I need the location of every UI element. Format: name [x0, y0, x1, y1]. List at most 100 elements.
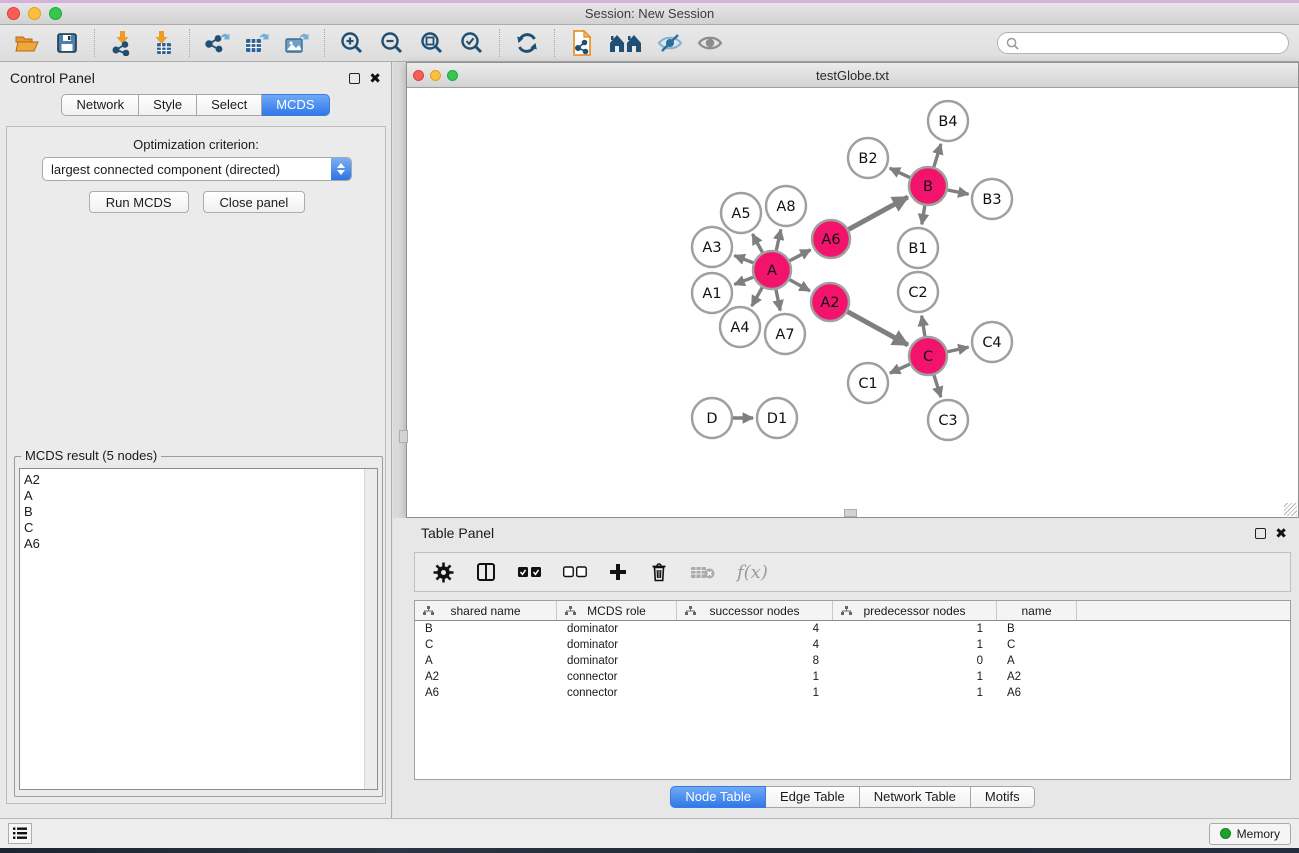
graph-edge-A-A2[interactable]: [790, 280, 810, 291]
graph-node-A4[interactable]: A4: [720, 307, 760, 347]
mcds-result-item[interactable]: A6: [24, 536, 364, 552]
float-table-panel-icon[interactable]: [1255, 528, 1266, 539]
graph-node-C4[interactable]: C4: [972, 322, 1012, 362]
graph-node-A3[interactable]: A3: [692, 227, 732, 267]
new-network-from-selection-button[interactable]: [567, 29, 597, 57]
tab-network-table[interactable]: Network Table: [860, 786, 971, 808]
graph-edge-C-C2[interactable]: [922, 316, 925, 337]
select-all-button[interactable]: [518, 566, 542, 578]
graph-node-A1[interactable]: A1: [692, 273, 732, 313]
tab-style[interactable]: Style: [139, 94, 197, 116]
memory-button[interactable]: Memory: [1209, 823, 1291, 845]
table-cell-shared-name[interactable]: A: [415, 655, 557, 667]
graph-node-A6[interactable]: A6: [812, 220, 850, 258]
close-panel-icon[interactable]: ✖: [369, 73, 381, 84]
network-window-titlebar[interactable]: testGlobe.txt: [407, 63, 1298, 88]
table-cell-mcds-role[interactable]: connector: [557, 671, 677, 683]
graph-edge-A-A8[interactable]: [776, 229, 781, 250]
apply-layout-button[interactable]: [512, 29, 542, 57]
table-cell-name[interactable]: A6: [997, 687, 1077, 699]
export-network-button[interactable]: [202, 29, 232, 57]
column-header-name[interactable]: name: [997, 601, 1077, 620]
import-network-button[interactable]: [107, 29, 137, 57]
deselect-all-button[interactable]: [563, 566, 587, 578]
network-canvas[interactable]: B4B2BB3A5A8A6A3B1AA1C2A2A4A7C4CC1C3DD1: [407, 88, 1298, 517]
close-table-panel-icon[interactable]: ✖: [1275, 528, 1287, 539]
graph-edge-A-A6[interactable]: [790, 250, 811, 261]
table-cell-successor-nodes[interactable]: 1: [677, 671, 833, 683]
table-cell-successor-nodes[interactable]: 4: [677, 623, 833, 635]
export-table-button[interactable]: [242, 29, 272, 57]
table-cell-shared-name[interactable]: C: [415, 639, 557, 651]
graph-node-A8[interactable]: A8: [766, 186, 806, 226]
window-resize-grip[interactable]: [1284, 503, 1297, 516]
graph-edge-C-C4[interactable]: [948, 347, 969, 352]
graph-node-C1[interactable]: C1: [848, 363, 888, 403]
table-row[interactable]: Bdominator41B: [415, 621, 1290, 637]
delete-table-button[interactable]: [690, 564, 716, 580]
column-header-successor-nodes[interactable]: successor nodes: [677, 601, 833, 620]
graph-node-B[interactable]: B: [909, 167, 947, 205]
graph-edge-A-A5[interactable]: [752, 234, 762, 252]
tab-mcds[interactable]: MCDS: [262, 94, 329, 116]
search-input[interactable]: [1024, 36, 1280, 50]
table-cell-mcds-role[interactable]: connector: [557, 687, 677, 699]
show-all-button[interactable]: [695, 29, 725, 57]
table-row[interactable]: Cdominator41C: [415, 637, 1290, 653]
mcds-result-item[interactable]: C: [24, 520, 364, 536]
table-cell-name[interactable]: C: [997, 639, 1077, 651]
graph-node-C2[interactable]: C2: [898, 272, 938, 312]
graph-edge-C-C1[interactable]: [890, 364, 910, 373]
zoom-selected-button[interactable]: [457, 29, 487, 57]
tab-network[interactable]: Network: [61, 94, 139, 116]
graph-node-B3[interactable]: B3: [972, 179, 1012, 219]
graph-node-B1[interactable]: B1: [898, 228, 938, 268]
graph-node-C[interactable]: C: [909, 337, 947, 375]
show-columns-button[interactable]: [475, 561, 497, 583]
table-cell-successor-nodes[interactable]: 8: [677, 655, 833, 667]
graph-edge-A6-B[interactable]: [849, 197, 908, 229]
graph-node-A5[interactable]: A5: [721, 193, 761, 233]
table-row[interactable]: A2connector11A2: [415, 669, 1290, 685]
table-cell-successor-nodes[interactable]: 4: [677, 639, 833, 651]
table-cell-predecessor-nodes[interactable]: 1: [833, 623, 997, 635]
function-builder-button[interactable]: f(x): [737, 562, 768, 583]
graph-edge-B-B3[interactable]: [948, 190, 969, 194]
table-cell-shared-name[interactable]: A2: [415, 671, 557, 683]
graph-edge-A2-C[interactable]: [848, 312, 908, 345]
graph-edge-A-A1[interactable]: [734, 277, 753, 284]
graph-node-B4[interactable]: B4: [928, 101, 968, 141]
table-cell-successor-nodes[interactable]: 1: [677, 687, 833, 699]
graph-node-C3[interactable]: C3: [928, 400, 968, 440]
splitter-handle-horizontal[interactable]: [844, 509, 857, 517]
tab-select[interactable]: Select: [197, 94, 262, 116]
graph-node-A[interactable]: A: [753, 251, 791, 289]
table-row[interactable]: Adominator80A: [415, 653, 1290, 669]
close-panel-button[interactable]: Close panel: [203, 191, 306, 213]
table-cell-mcds-role[interactable]: dominator: [557, 623, 677, 635]
open-session-button[interactable]: [12, 29, 42, 57]
zoom-fit-button[interactable]: [417, 29, 447, 57]
zoom-in-button[interactable]: [337, 29, 367, 57]
tab-motifs[interactable]: Motifs: [971, 786, 1035, 808]
table-cell-name[interactable]: A2: [997, 671, 1077, 683]
hide-selected-button[interactable]: [655, 29, 685, 57]
graph-edge-B-B1[interactable]: [922, 206, 925, 225]
graph-node-A7[interactable]: A7: [765, 314, 805, 354]
save-session-button[interactable]: [52, 29, 82, 57]
table-cell-name[interactable]: B: [997, 623, 1077, 635]
splitter-handle-vertical[interactable]: [399, 430, 408, 443]
table-cell-shared-name[interactable]: A6: [415, 687, 557, 699]
graph-node-D1[interactable]: D1: [757, 398, 797, 438]
create-column-button[interactable]: [608, 562, 628, 582]
column-header-predecessor-nodes[interactable]: predecessor nodes: [833, 601, 997, 620]
mcds-result-item[interactable]: A: [24, 488, 364, 504]
table-cell-predecessor-nodes[interactable]: 1: [833, 639, 997, 651]
zoom-out-button[interactable]: [377, 29, 407, 57]
mcds-result-item[interactable]: B: [24, 504, 364, 520]
table-cell-predecessor-nodes[interactable]: 0: [833, 655, 997, 667]
column-header-mcds-role[interactable]: MCDS role: [557, 601, 677, 620]
delete-column-button[interactable]: [649, 561, 669, 583]
table-cell-predecessor-nodes[interactable]: 1: [833, 687, 997, 699]
first-neighbors-button[interactable]: [607, 29, 645, 57]
